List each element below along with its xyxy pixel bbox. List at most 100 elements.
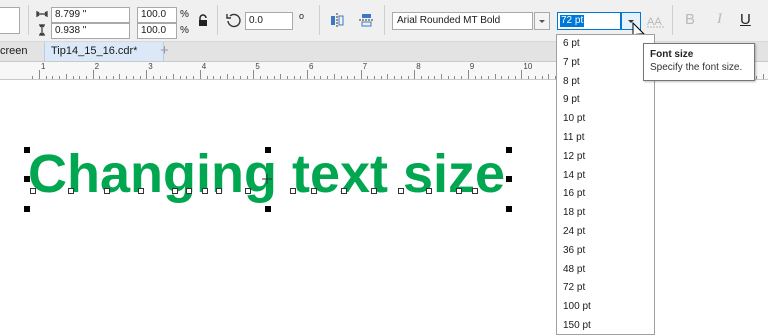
ruler-tick bbox=[99, 76, 101, 79]
ruler-tick bbox=[347, 76, 349, 79]
ruler-tick bbox=[447, 76, 449, 79]
width-icon bbox=[36, 11, 48, 17]
selection-handle[interactable] bbox=[265, 147, 271, 153]
character-node[interactable] bbox=[311, 188, 317, 194]
lock-icon[interactable] bbox=[198, 14, 208, 26]
dropdown-item[interactable]: 14 pt bbox=[557, 167, 654, 186]
mirror-vertical-icon[interactable] bbox=[358, 12, 374, 28]
ruler-tick bbox=[260, 76, 262, 79]
character-node[interactable] bbox=[398, 188, 404, 194]
scale-x-percent: % bbox=[180, 9, 189, 20]
add-tab-button[interactable]: + bbox=[155, 43, 174, 59]
ruler-tick bbox=[179, 76, 181, 79]
character-node[interactable] bbox=[172, 188, 178, 194]
mirror-horizontal-icon[interactable] bbox=[329, 12, 345, 28]
svg-text:AA: AA bbox=[647, 16, 662, 28]
character-node[interactable] bbox=[371, 188, 377, 194]
separator bbox=[28, 5, 29, 35]
tab-previous-document[interactable]: creen bbox=[0, 42, 34, 61]
ruler-tick bbox=[219, 76, 221, 79]
selection-handle[interactable] bbox=[24, 176, 30, 182]
ruler-tick bbox=[112, 76, 114, 79]
character-node[interactable] bbox=[341, 188, 347, 194]
font-family-dropdown-button[interactable] bbox=[534, 12, 550, 30]
ruler-tick bbox=[146, 70, 148, 79]
ruler-tick bbox=[427, 76, 429, 79]
scale-x-field[interactable]: 100.0 bbox=[137, 7, 177, 23]
dropdown-item[interactable]: 100 pt bbox=[557, 298, 654, 317]
rotation-field[interactable]: 0.0 bbox=[245, 12, 293, 30]
dropdown-item[interactable]: 16 pt bbox=[557, 185, 654, 204]
dropdown-item[interactable]: 12 pt bbox=[557, 148, 654, 167]
ruler-tick bbox=[52, 76, 54, 79]
bold-button[interactable]: B bbox=[685, 11, 695, 28]
dropdown-item[interactable]: 7 pt bbox=[557, 54, 654, 73]
character-node[interactable] bbox=[138, 188, 144, 194]
dropdown-item[interactable]: 72 pt bbox=[557, 279, 654, 298]
tab-active-document[interactable]: Tip14_15_16.cdr* bbox=[44, 42, 164, 61]
selection-handle[interactable] bbox=[506, 206, 512, 212]
font-family-field[interactable]: Arial Rounded MT Bold bbox=[392, 12, 533, 30]
character-node[interactable] bbox=[30, 188, 36, 194]
ruler-tick bbox=[528, 76, 530, 79]
underline-button[interactable]: U bbox=[740, 11, 751, 28]
ruler-tick bbox=[45, 76, 47, 79]
ruler-tick bbox=[300, 76, 302, 79]
ruler-tick bbox=[226, 74, 228, 79]
ruler-tick bbox=[514, 76, 516, 79]
character-node[interactable] bbox=[245, 188, 251, 194]
ruler-tick bbox=[534, 76, 536, 79]
dropdown-item[interactable]: 11 pt bbox=[557, 129, 654, 148]
ruler-label: 8 bbox=[416, 62, 421, 71]
position-field[interactable] bbox=[0, 7, 20, 34]
character-node[interactable] bbox=[290, 188, 296, 194]
character-node[interactable] bbox=[68, 188, 74, 194]
ruler-tick bbox=[340, 76, 342, 79]
selection-handle[interactable] bbox=[24, 147, 30, 153]
tab-label: creen bbox=[0, 45, 28, 57]
ruler-tick bbox=[199, 70, 201, 79]
ruler-tick bbox=[474, 76, 476, 79]
dropdown-item[interactable]: 24 pt bbox=[557, 223, 654, 242]
character-node[interactable] bbox=[216, 188, 222, 194]
separator bbox=[217, 5, 218, 35]
character-node[interactable] bbox=[456, 188, 462, 194]
dropdown-item[interactable]: 48 pt bbox=[557, 261, 654, 280]
ruler-tick bbox=[434, 76, 436, 79]
selection-handle[interactable] bbox=[506, 147, 512, 153]
dropdown-item[interactable]: 36 pt bbox=[557, 242, 654, 261]
character-node[interactable] bbox=[426, 188, 432, 194]
character-node[interactable] bbox=[104, 188, 110, 194]
italic-button[interactable]: I bbox=[717, 11, 722, 28]
font-size-field[interactable]: 72 pt bbox=[557, 12, 621, 30]
font-size-dropdown-list: 6 pt 7 pt 8 pt 9 pt 10 pt 11 pt 12 pt 14 pt 16 p… bbox=[556, 34, 655, 335]
ruler-tick bbox=[414, 70, 416, 79]
ruler-tick bbox=[367, 76, 369, 79]
ruler-tick bbox=[173, 74, 174, 79]
ruler-tick bbox=[159, 76, 161, 79]
dropdown-item[interactable]: 8 pt bbox=[557, 73, 654, 92]
dropdown-item[interactable]: 10 pt bbox=[557, 110, 654, 129]
selection-handle[interactable] bbox=[24, 206, 30, 212]
ruler-tick bbox=[755, 76, 757, 79]
character-node[interactable] bbox=[186, 188, 192, 194]
scale-y-percent: % bbox=[180, 25, 189, 36]
dropdown-item[interactable]: 9 pt bbox=[557, 91, 654, 110]
height-field[interactable]: 0.938 " bbox=[51, 23, 130, 39]
dropdown-item[interactable]: 150 pt bbox=[557, 317, 654, 334]
dropdown-item[interactable]: 18 pt bbox=[557, 204, 654, 223]
selection-handle[interactable] bbox=[506, 176, 512, 182]
ruler-tick bbox=[186, 76, 188, 79]
ruler-tick bbox=[32, 76, 34, 79]
ruler-tick bbox=[206, 76, 208, 79]
width-field[interactable]: 8.799 " bbox=[51, 7, 130, 23]
character-node[interactable] bbox=[472, 188, 478, 194]
ruler-tick bbox=[374, 76, 375, 79]
ruler-tick bbox=[420, 76, 422, 79]
character-node[interactable] bbox=[202, 188, 208, 194]
scale-y-field[interactable]: 100.0 bbox=[137, 23, 177, 39]
ruler-tick bbox=[487, 76, 489, 79]
dropdown-item[interactable]: 6 pt bbox=[557, 35, 654, 54]
selection-handle[interactable] bbox=[265, 206, 271, 212]
ruler-label: 1 bbox=[41, 62, 46, 71]
